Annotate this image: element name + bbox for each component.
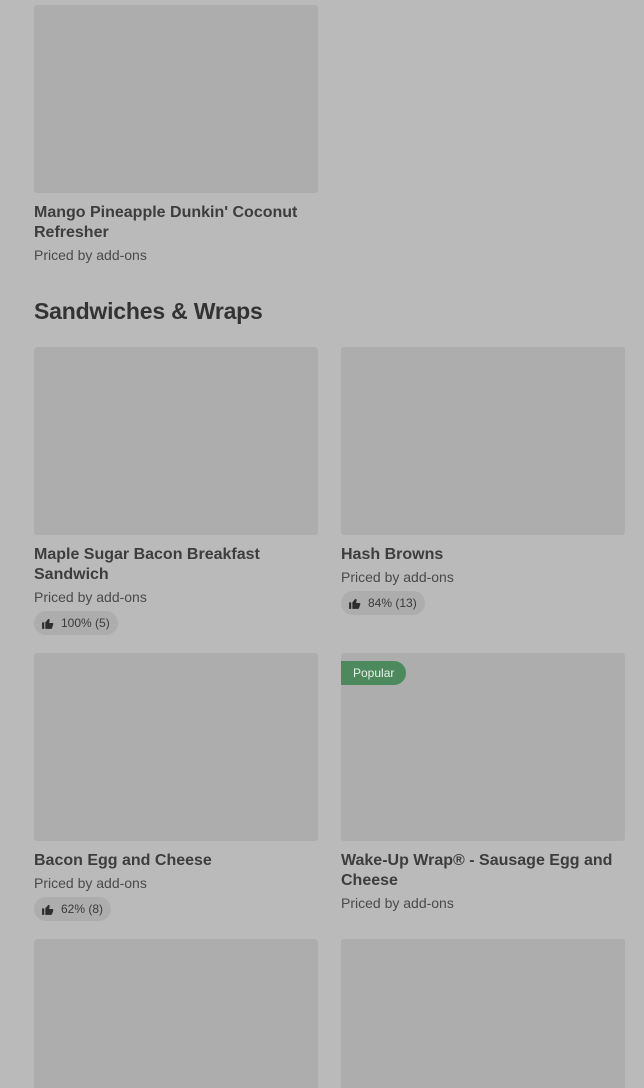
- menu-item-card[interactable]: Bacon Egg and Cheese Priced by add-ons 6…: [34, 653, 318, 921]
- menu-item-card[interactable]: Popular Wake-Up Wrap® - Sausage Egg and …: [341, 653, 625, 912]
- thumbs-up-icon: [42, 904, 54, 915]
- rating-text: 62% (8): [61, 902, 104, 916]
- menu-item-card[interactable]: Maple Sugar Bacon Breakfast Sandwich Pri…: [34, 347, 318, 635]
- popular-badge: Popular: [341, 661, 407, 685]
- rating-badge: 62% (8): [34, 897, 112, 921]
- item-image-placeholder[interactable]: [34, 939, 318, 1088]
- item-title: Hash Browns: [341, 546, 444, 563]
- item-title: Maple Sugar Bacon Breakfast Sandwich: [34, 546, 260, 583]
- item-image-placeholder[interactable]: [34, 347, 318, 535]
- menu-item-card[interactable]: Hash Browns Priced by add-ons 84% (13): [341, 347, 625, 615]
- item-title: Mango Pineapple Dunkin' Coconut Refreshe…: [34, 204, 298, 241]
- item-image-placeholder[interactable]: Popular: [341, 653, 625, 841]
- rating-badge: 100% (5): [34, 611, 118, 635]
- thumbs-up-icon: [42, 618, 54, 629]
- item-price: Priced by add-ons: [341, 569, 454, 585]
- section-title: Sandwiches & Wraps: [34, 298, 263, 324]
- item-title: Bacon Egg and Cheese: [34, 852, 212, 869]
- item-price: Priced by add-ons: [341, 895, 454, 911]
- item-price: Priced by add-ons: [34, 247, 147, 263]
- item-image-placeholder[interactable]: [341, 347, 625, 535]
- rating-text: 100% (5): [61, 616, 110, 630]
- menu-item-card[interactable]: [341, 939, 625, 1088]
- item-title: Wake-Up Wrap® - Sausage Egg and Cheese: [341, 852, 613, 889]
- item-image-placeholder[interactable]: [34, 653, 318, 841]
- menu-item-card[interactable]: [34, 939, 318, 1088]
- rating-text: 84% (13): [368, 596, 417, 610]
- item-image-placeholder[interactable]: [341, 939, 625, 1088]
- item-price: Priced by add-ons: [34, 589, 147, 605]
- menu-page: Mango Pineapple Dunkin' Coconut Refreshe…: [0, 0, 644, 1088]
- rating-badge: 84% (13): [341, 591, 425, 615]
- menu-item-card[interactable]: Mango Pineapple Dunkin' Coconut Refreshe…: [34, 5, 318, 264]
- thumbs-up-icon: [349, 598, 361, 609]
- item-price: Priced by add-ons: [34, 875, 147, 891]
- item-image-placeholder[interactable]: [34, 5, 318, 193]
